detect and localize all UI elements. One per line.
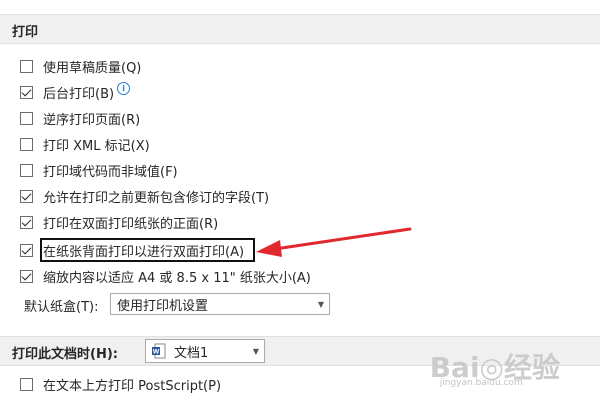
option-label: 打印在双面打印纸张的正面(R) — [43, 216, 219, 232]
word-document-icon: W — [152, 343, 166, 359]
print-section-header: 打印 — [0, 14, 600, 44]
option-print-front[interactable]: 打印在双面打印纸张的正面(R) — [20, 210, 218, 234]
document-select[interactable]: W 文档1 ▼ — [145, 339, 265, 363]
option-label: 使用草稿质量(Q) — [43, 60, 142, 76]
default-tray-value: 使用打印机设置 — [117, 298, 209, 314]
option-reverse-order[interactable]: 逆序打印页面(R) — [20, 106, 140, 130]
checkbox[interactable] — [20, 137, 33, 151]
svg-text:W: W — [153, 349, 160, 356]
info-icon[interactable]: i — [117, 81, 131, 95]
checkbox[interactable] — [20, 111, 33, 125]
checkbox-checked[interactable] — [20, 215, 33, 229]
option-draft-quality[interactable]: 使用草稿质量(Q) — [20, 54, 141, 78]
chevron-down-icon: ▼ — [252, 346, 260, 356]
checkbox-checked[interactable] — [20, 85, 33, 99]
document-name: 文档1 — [174, 345, 209, 361]
default-tray-select[interactable]: 使用打印机设置 ▼ — [110, 293, 330, 315]
checkbox[interactable] — [20, 163, 33, 177]
checkbox-checked[interactable] — [20, 243, 33, 257]
option-label: 逆序打印页面(R) — [43, 112, 141, 128]
print-section-title: 打印 — [12, 25, 39, 40]
default-tray-label: 默认纸盒(T): — [24, 300, 99, 315]
baidu-watermark: Bai◎经验 jingyan.baidu.com — [430, 346, 560, 388]
option-field-codes[interactable]: 打印域代码而非域值(F) — [20, 158, 178, 182]
option-label: 缩放内容以适应 A4 或 8.5 x 11" 纸张大小(A) — [43, 270, 311, 286]
option-label: 打印域代码而非域值(F) — [43, 164, 178, 180]
checkbox-checked[interactable] — [20, 269, 33, 283]
checkbox[interactable] — [20, 59, 33, 73]
checkbox[interactable] — [20, 377, 33, 391]
doc-section-title: 打印此文档时(H): — [12, 347, 118, 362]
option-print-xml-tags[interactable]: 打印 XML 标记(X) — [20, 132, 150, 156]
option-label: 打印 XML 标记(X) — [43, 138, 150, 154]
highlight-box — [40, 238, 255, 262]
option-label: 后台打印(B) — [43, 86, 115, 102]
option-postscript-over-text[interactable]: 在文本上方打印 PostScript(P) — [20, 372, 221, 396]
option-background-print[interactable]: 后台打印(B) i — [20, 80, 131, 104]
chevron-down-icon: ▼ — [317, 299, 325, 309]
watermark-url: jingyan.baidu.com — [439, 378, 523, 388]
checkbox-checked[interactable] — [20, 189, 33, 203]
option-label: 允许在打印之前更新包含修订的字段(T) — [43, 190, 270, 206]
option-scale-content[interactable]: 缩放内容以适应 A4 或 8.5 x 11" 纸张大小(A) — [20, 264, 311, 288]
option-update-fields[interactable]: 允许在打印之前更新包含修订的字段(T) — [20, 184, 269, 208]
option-label: 在文本上方打印 PostScript(P) — [43, 378, 222, 394]
